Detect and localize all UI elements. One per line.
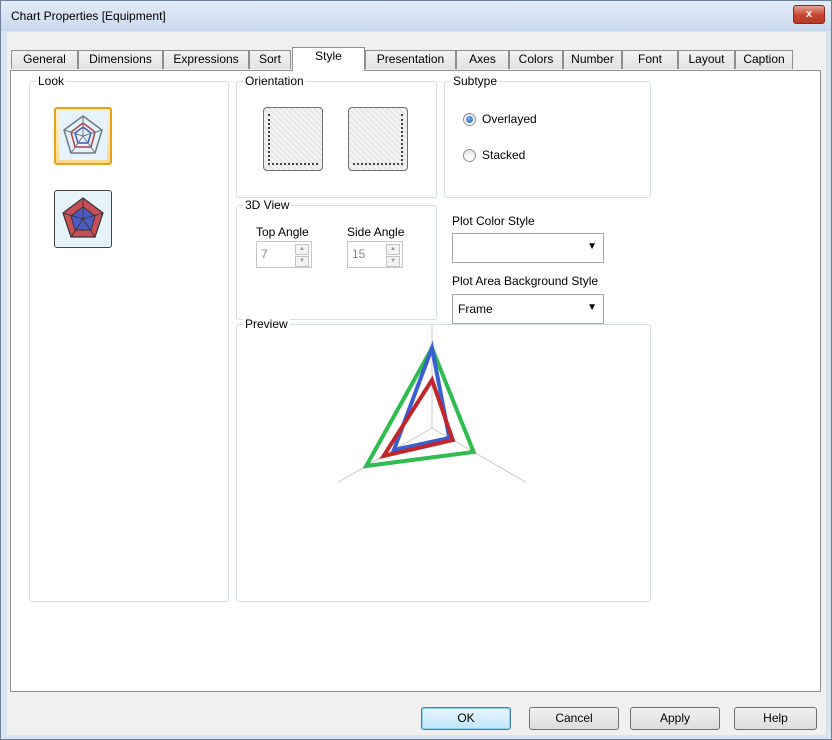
dropdown-arrow-icon: ▼ (587, 241, 597, 252)
3d-view-legend: 3D View (243, 198, 292, 212)
ok-button[interactable]: OK (421, 707, 511, 730)
preview-group: Preview (236, 317, 651, 602)
tab-layout[interactable]: Layout (678, 50, 735, 69)
stacked-radio[interactable] (463, 149, 476, 163)
look-legend: Look (36, 74, 67, 88)
subtype-stacked-option[interactable]: Stacked (463, 148, 526, 163)
subtype-legend: Subtype (451, 74, 500, 88)
plot-area-bg-style-dropdown[interactable]: Frame ▼ (452, 294, 604, 324)
top-angle-label: Top Angle (256, 225, 309, 239)
side-angle-value: 15 (352, 247, 366, 261)
side-angle-label: Side Angle (347, 225, 405, 239)
radar-filled-icon (62, 197, 104, 238)
look-group: Look (29, 74, 229, 602)
spin-down-icon[interactable]: ▼ (386, 256, 400, 267)
tab-dimensions[interactable]: Dimensions (78, 50, 163, 69)
stacked-label: Stacked (482, 148, 526, 162)
overlayed-label: Overlayed (482, 112, 537, 126)
tab-font[interactable]: Font (622, 50, 678, 69)
look-option-radar-filled[interactable] (54, 190, 112, 248)
tab-general[interactable]: General (11, 50, 78, 69)
tab-sort[interactable]: Sort (249, 50, 291, 69)
apply-button[interactable]: Apply (630, 707, 720, 730)
side-angle-spinbox[interactable]: 15 ▲ ▼ (347, 241, 403, 268)
plot-area-bg-style-label: Plot Area Background Style (452, 274, 599, 288)
style-tab-panel: Look Orientation Subtype Overlayed Stack… (10, 70, 821, 692)
plot-area-bg-style-value: Frame (458, 302, 493, 316)
tab-style[interactable]: Style (292, 47, 365, 71)
orientation-vertical-button[interactable] (263, 107, 323, 171)
spin-up-icon[interactable]: ▲ (386, 244, 400, 255)
cancel-button[interactable]: Cancel (529, 707, 619, 730)
close-button[interactable]: x (793, 5, 825, 24)
dialog-body: General Dimensions Expressions Sort Styl… (7, 32, 826, 735)
chart-properties-window: Chart Properties [Equipment] x General D… (0, 0, 832, 740)
tab-caption[interactable]: Caption (735, 50, 793, 69)
plot-color-style-dropdown[interactable]: ▼ (452, 233, 604, 263)
dropdown-arrow-icon: ▼ (587, 302, 597, 313)
look-option-radar-line[interactable] (54, 107, 112, 165)
preview-radar-chart (338, 325, 526, 483)
tab-colors[interactable]: Colors (509, 50, 563, 69)
tab-axes[interactable]: Axes (456, 50, 509, 69)
subtype-group: Subtype Overlayed Stacked (444, 74, 651, 198)
top-angle-value: 7 (261, 247, 268, 261)
spin-down-icon[interactable]: ▼ (295, 256, 309, 267)
orientation-legend: Orientation (243, 74, 306, 88)
help-button[interactable]: Help (734, 707, 817, 730)
orientation-horizontal-button[interactable] (348, 107, 408, 171)
orientation-group: Orientation (236, 74, 437, 198)
subtype-overlayed-option[interactable]: Overlayed (463, 112, 537, 127)
radar-line-icon (59, 112, 107, 160)
title-bar[interactable]: Chart Properties [Equipment] x (1, 1, 831, 31)
tab-number[interactable]: Number (563, 50, 622, 69)
top-angle-spinbox[interactable]: 7 ▲ ▼ (256, 241, 312, 268)
tab-presentation[interactable]: Presentation (365, 50, 456, 69)
3d-view-group: 3D View Top Angle 7 ▲ ▼ Side Angle 15 ▲ ▼ (236, 198, 437, 320)
spin-up-icon[interactable]: ▲ (295, 244, 309, 255)
window-title: Chart Properties [Equipment] (11, 9, 166, 23)
plot-color-style-label: Plot Color Style (452, 214, 535, 228)
overlayed-radio[interactable] (463, 113, 476, 127)
tab-expressions[interactable]: Expressions (163, 50, 249, 69)
